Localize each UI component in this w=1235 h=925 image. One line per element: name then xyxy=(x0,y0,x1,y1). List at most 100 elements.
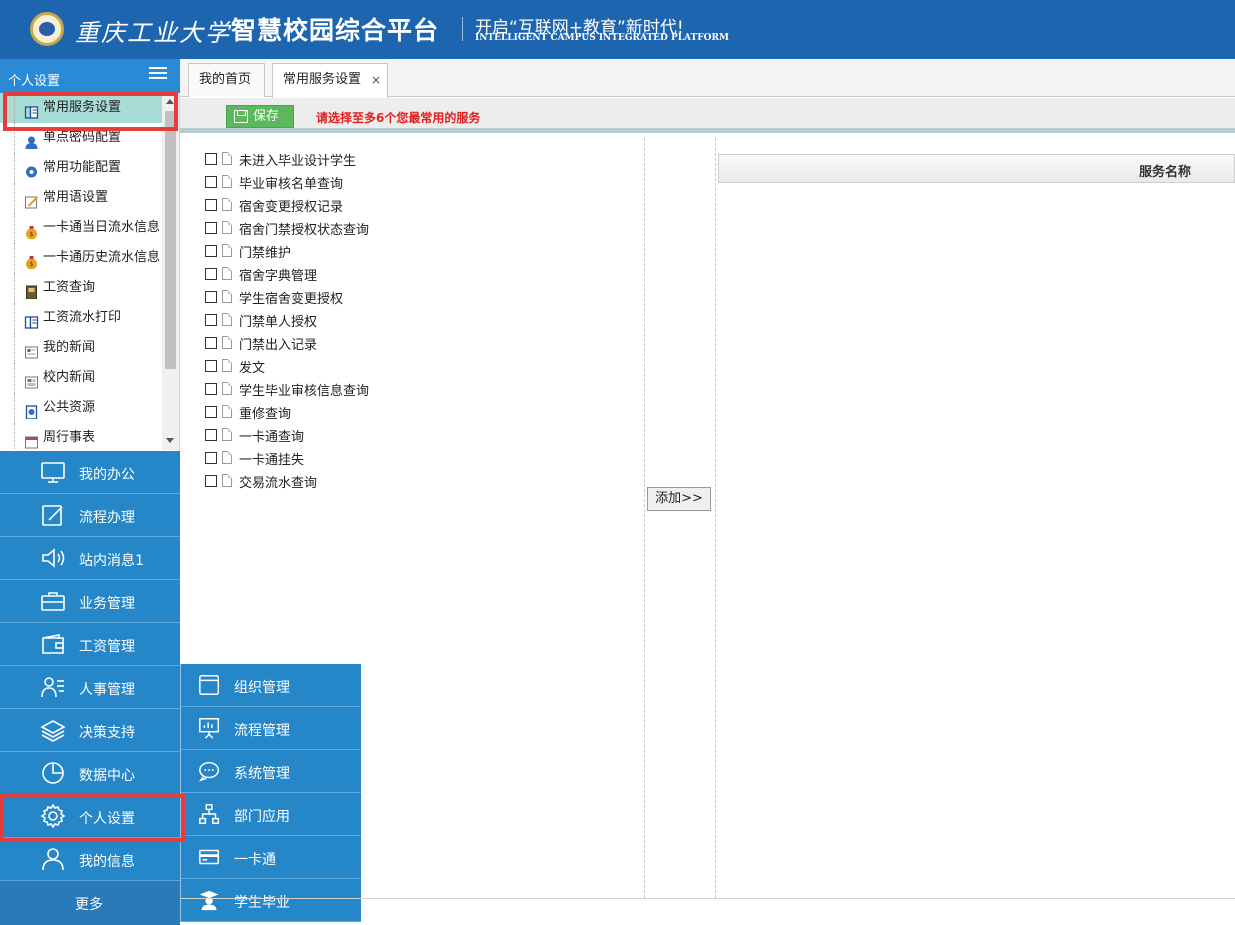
service-label[interactable]: 交易流水查询 xyxy=(239,472,317,491)
service-label[interactable]: 重修查询 xyxy=(239,403,291,422)
service-label[interactable]: 宿舍变更授权记录 xyxy=(239,196,343,215)
column-header-service-name: 服务名称 xyxy=(1139,165,1192,180)
main-menu-item[interactable]: 我的办公 xyxy=(0,451,180,494)
main-menu-item[interactable]: 业务管理 xyxy=(0,580,180,623)
sidebar-header: 个人设置 xyxy=(0,59,180,93)
service-label[interactable]: 门禁维护 xyxy=(239,242,291,261)
sidebar-item[interactable]: $ 一卡通当日流水信息 xyxy=(0,213,162,243)
sidebar-list: 常用服务设置 单点密码配置 常用功能配置 常用语设置 $ 一卡通当日流水信息 $ 一卡通历史流… xyxy=(0,93,162,450)
layers-icon xyxy=(40,718,66,742)
document-icon xyxy=(222,175,232,188)
sidebar-item-label: 周行事表 xyxy=(43,430,96,445)
service-checkbox[interactable] xyxy=(205,337,217,349)
main-menu-item[interactable]: 决策支持 xyxy=(0,709,180,752)
sidebar-item[interactable]: 工资流水打印 xyxy=(0,303,162,333)
main-menu-item[interactable]: 人事管理 xyxy=(0,666,180,709)
sidebar-item[interactable]: 校内新闻 xyxy=(0,363,162,393)
main-menu-item[interactable]: 我的信息 xyxy=(0,838,180,881)
main-menu-item-label: 我的办公 xyxy=(79,467,135,483)
main-menu-item-label: 数据中心 xyxy=(79,768,135,784)
main-menu-item-label: 站内消息1 xyxy=(79,553,144,569)
sidebar-item[interactable]: $ 一卡通历史流水信息 xyxy=(0,243,162,273)
sidebar-item-label: 一卡通历史流水信息 xyxy=(43,250,161,265)
ledger-icon xyxy=(24,281,39,300)
highlight-box-service-settings xyxy=(3,92,178,131)
document-icon xyxy=(222,359,232,372)
service-checkbox[interactable] xyxy=(205,452,217,464)
highlight-box-personal-settings xyxy=(0,794,185,842)
service-checkbox[interactable] xyxy=(205,360,217,372)
service-checkbox[interactable] xyxy=(205,291,217,303)
main-menu-item-label: 流程办理 xyxy=(79,510,135,526)
main-menu-item[interactable]: 站内消息1 xyxy=(0,537,180,580)
service-tree-panel: 未进入毕业设计学生 毕业审核名单查询 宿舍变更授权记录宿舍门禁授权状态查询 门禁维护宿… xyxy=(180,138,645,898)
person-list-icon xyxy=(40,675,66,699)
save-button[interactable]: 保存 xyxy=(226,105,294,128)
scroll-thumb[interactable] xyxy=(165,111,176,369)
sidebar-title: 个人设置 xyxy=(8,74,61,89)
close-icon[interactable]: × xyxy=(371,64,381,96)
tab-home[interactable]: 我的首页 xyxy=(188,63,265,97)
service-checkbox[interactable] xyxy=(205,475,217,487)
service-checkbox[interactable] xyxy=(205,429,217,441)
document-icon xyxy=(222,428,232,441)
service-label[interactable]: 门禁出入记录 xyxy=(239,334,317,353)
university-seal-icon xyxy=(30,12,64,46)
header-slogan-en: INTELLIGENT CAMPUS INTEGRATED PLATFORM xyxy=(475,33,729,43)
document-icon xyxy=(222,152,232,165)
more-button[interactable]: 更多 xyxy=(0,881,180,925)
service-checkbox[interactable] xyxy=(205,314,217,326)
person-icon xyxy=(40,847,66,871)
document-icon xyxy=(222,336,232,349)
main-menu-item[interactable]: 工资管理 xyxy=(0,623,180,666)
service-label[interactable]: 一卡通查询 xyxy=(239,426,304,445)
service-label[interactable]: 学生毕业审核信息查询 xyxy=(239,380,369,399)
service-checkbox[interactable] xyxy=(205,383,217,395)
app-root: 重庆工业大学 智慧校园综合平台 开启“互联网+教育”新时代! INTELLIGE… xyxy=(0,0,1235,925)
main-menu-item[interactable]: 数据中心 xyxy=(0,752,180,795)
service-checkbox[interactable] xyxy=(205,222,217,234)
document-icon xyxy=(222,405,232,418)
service-label[interactable]: 宿舍字典管理 xyxy=(239,265,317,284)
platform-title: 智慧校园综合平台 xyxy=(231,16,440,45)
service-label[interactable]: 宿舍门禁授权状态查询 xyxy=(239,219,369,238)
sidebar-item[interactable]: 常用语设置 xyxy=(0,183,162,213)
sidebar-item[interactable]: 工资查询 xyxy=(0,273,162,303)
add-button[interactable]: 添加>> xyxy=(647,487,711,511)
service-checkbox[interactable] xyxy=(205,153,217,165)
service-checkbox[interactable] xyxy=(205,268,217,280)
money-bag-icon: $ xyxy=(24,251,39,270)
service-checkbox[interactable] xyxy=(205,199,217,211)
service-label[interactable]: 发文 xyxy=(239,357,265,376)
sidebar-collapse-icon[interactable] xyxy=(149,67,167,81)
wallet-icon xyxy=(40,632,66,656)
sidebar-item-label: 我的新闻 xyxy=(43,340,96,355)
main-menu-item-label: 我的信息 xyxy=(79,854,135,870)
speaker-icon xyxy=(40,546,66,570)
selection-tip: 请选择至多6个您最常用的服务 xyxy=(316,111,481,125)
resource-icon xyxy=(24,401,39,420)
service-label[interactable]: 一卡通挂失 xyxy=(239,449,304,468)
grid-header: 服务名称 xyxy=(718,154,1235,183)
document-icon xyxy=(222,221,232,234)
sidebar-item[interactable]: 常用功能配置 xyxy=(0,153,162,183)
scroll-down-icon[interactable] xyxy=(166,438,174,443)
service-checkbox[interactable] xyxy=(205,406,217,418)
service-checkbox[interactable] xyxy=(205,176,217,188)
sidebar-item[interactable]: 公共资源 xyxy=(0,393,162,423)
service-checkbox[interactable] xyxy=(205,245,217,257)
service-label[interactable]: 毕业审核名单查询 xyxy=(239,173,343,192)
document-icon xyxy=(222,244,232,257)
sidebar-item[interactable]: 我的新闻 xyxy=(0,333,162,363)
more-button-label: 更多 xyxy=(75,897,103,913)
document-icon xyxy=(222,313,232,326)
tab-service-settings[interactable]: 常用服务设置 × xyxy=(272,63,388,98)
svg-text:$: $ xyxy=(30,231,34,238)
service-label[interactable]: 未进入毕业设计学生 xyxy=(239,150,356,169)
main-menu-item[interactable]: 流程办理 xyxy=(0,494,180,537)
sidebar-item-label: 工资查询 xyxy=(43,280,96,295)
sidebar-item[interactable]: 周行事表 xyxy=(0,423,162,450)
service-label[interactable]: 学生宿舍变更授权 xyxy=(239,288,343,307)
service-label[interactable]: 门禁单人授权 xyxy=(239,311,317,330)
sidebar-scrollbar[interactable] xyxy=(162,93,179,450)
